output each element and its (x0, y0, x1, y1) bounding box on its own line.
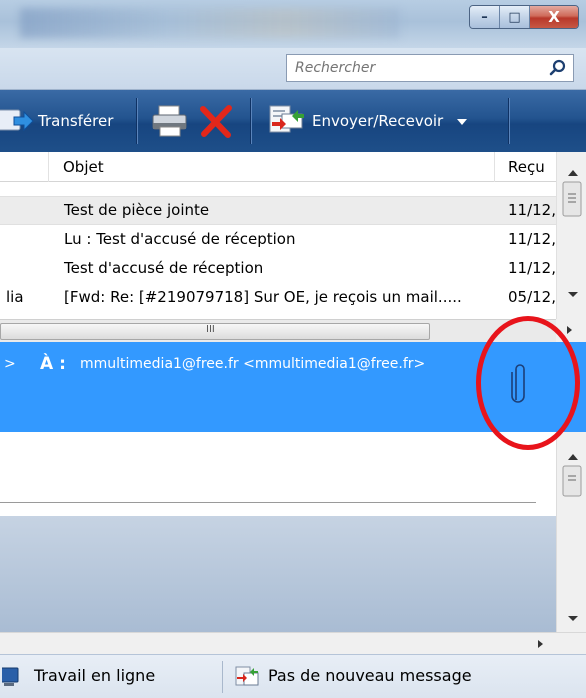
online-icon (2, 667, 19, 686)
send-receive-button[interactable]: Envoyer/Recevoir (268, 90, 471, 152)
column-separator (494, 152, 495, 182)
preview-pane (0, 432, 556, 632)
send-receive-label: Envoyer/Recevoir (312, 112, 444, 130)
message-status: Pas de nouveau message (268, 666, 472, 685)
scroll-down-icon[interactable] (568, 292, 578, 297)
status-separator (222, 661, 223, 693)
search-icon[interactable] (549, 59, 567, 77)
column-subject[interactable]: Objet (63, 158, 104, 176)
message-row[interactable]: Test d'accusé de réception 11/12, (0, 255, 556, 284)
print-button[interactable] (150, 90, 190, 152)
column-separator (48, 152, 49, 182)
horizontal-scroll-thumb[interactable]: III (0, 323, 430, 340)
message-from: lia (6, 288, 24, 306)
message-list-header: Objet Reçu (0, 152, 586, 182)
scroll-up-icon[interactable] (568, 454, 578, 460)
forward-label: Transférer (38, 112, 114, 130)
message-subject: Test de pièce jointe (64, 201, 210, 219)
column-received[interactable]: Reçu (508, 158, 545, 176)
preview-horizontal-scrollbar[interactable] (0, 632, 586, 654)
print-icon (152, 105, 187, 137)
scroll-down-icon[interactable] (568, 616, 578, 621)
maximize-button[interactable]: □ (500, 6, 530, 28)
toolbar-separator (250, 98, 251, 144)
forward-button[interactable]: Transférer (0, 90, 113, 152)
message-subject: Test d'accusé de réception (64, 259, 264, 277)
scroll-right-icon[interactable] (538, 640, 543, 648)
highlight-circle (476, 316, 580, 450)
toolbar-separator (136, 98, 137, 144)
message-row[interactable]: Lu : Test d'accusé de réception 11/12, (0, 226, 556, 255)
minimize-button[interactable]: – (470, 6, 500, 28)
search-bar-row (0, 48, 586, 90)
preview-content-band (0, 516, 556, 632)
message-subject: [Fwd: Re: [#219079718] Sur OE, je reçois… (64, 288, 462, 306)
scroll-grip: III (206, 324, 215, 335)
send-receive-icon (269, 105, 304, 133)
from-arrow: > (4, 356, 16, 372)
delete-icon (200, 105, 232, 138)
scroll-thumb[interactable] (562, 181, 582, 217)
message-subject: Lu : Test d'accusé de réception (64, 230, 296, 248)
window-controls: – □ X (469, 5, 579, 29)
title-bar: – □ X (0, 0, 586, 48)
online-status: Travail en ligne (34, 666, 156, 685)
message-received: 11/12, (508, 259, 556, 277)
preview-divider (0, 502, 536, 503)
scroll-thumb[interactable] (562, 465, 582, 497)
delete-button[interactable] (198, 90, 234, 152)
forward-icon (0, 109, 34, 132)
scroll-right-icon[interactable] (567, 326, 572, 334)
status-bar: Travail en ligne Pas de nouveau message (0, 654, 586, 698)
message-received: 05/12, (508, 288, 556, 306)
preview-vertical-scrollbar[interactable] (556, 432, 586, 632)
message-row[interactable]: lia [Fwd: Re: [#219079718] Sur OE, je re… (0, 284, 556, 313)
chevron-down-icon[interactable] (453, 112, 471, 130)
list-vertical-scrollbar[interactable] (556, 152, 586, 320)
message-received: 11/12, (508, 201, 556, 219)
message-row[interactable]: Test de pièce jointe 11/12, (0, 196, 556, 225)
to-value[interactable]: mmultimedia1@free.fr <mmultimedia1@free.… (80, 356, 425, 372)
title-bar-blur (20, 8, 400, 38)
scroll-up-icon[interactable] (568, 170, 578, 176)
no-new-message-icon (235, 666, 259, 686)
to-label: À : (40, 354, 66, 374)
close-button[interactable]: X (530, 6, 578, 28)
toolbar-separator (508, 98, 509, 144)
search-input[interactable] (287, 55, 537, 81)
list-horizontal-scrollbar[interactable]: III (0, 319, 556, 342)
toolbar: Transférer Envoyer/Recevoir (0, 90, 586, 152)
message-received: 11/12, (508, 230, 556, 248)
search-box (286, 54, 574, 82)
